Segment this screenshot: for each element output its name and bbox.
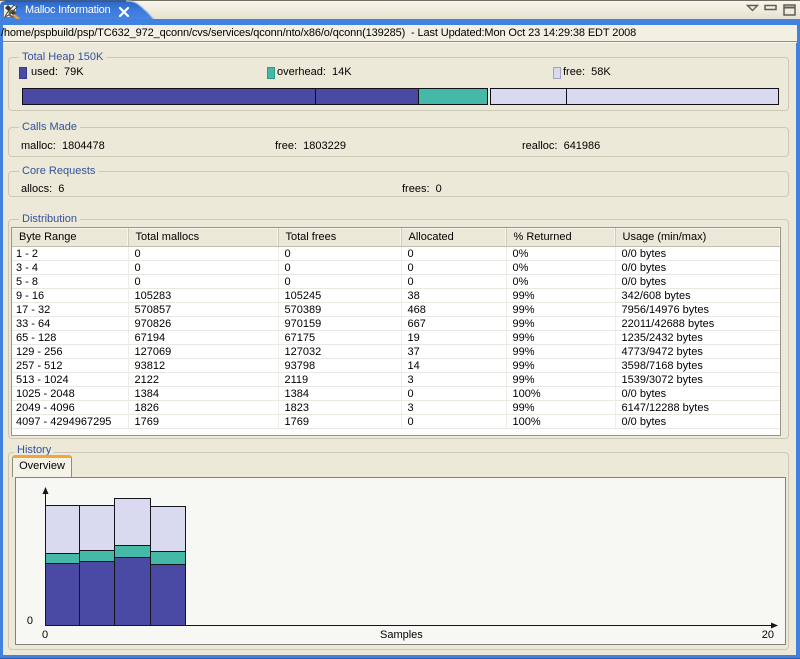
- svg-text:20: 20: [762, 629, 774, 641]
- svg-text:0: 0: [27, 615, 33, 627]
- svg-text:0: 0: [42, 629, 48, 641]
- svg-text:Samples: Samples: [380, 629, 423, 641]
